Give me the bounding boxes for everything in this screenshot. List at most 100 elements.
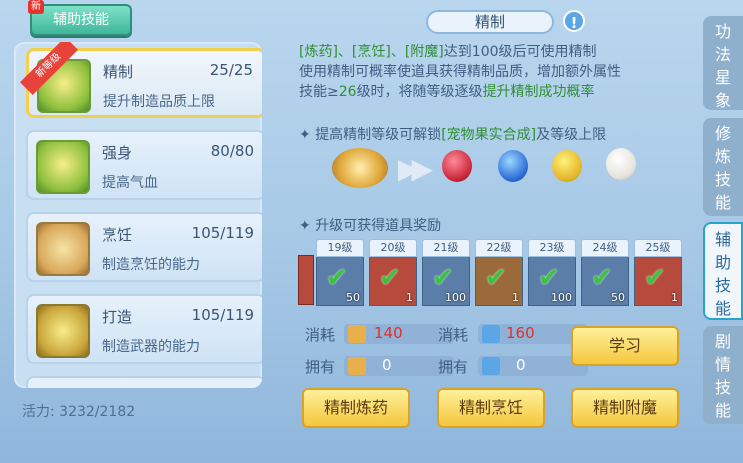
white-egg-icon (606, 148, 636, 180)
reward-count: 50 (346, 291, 360, 304)
check-icon: ✔ (379, 263, 401, 293)
own-label-2: 拥有 (438, 358, 469, 376)
skill-desc: 制造烹饪的能力 (102, 257, 200, 273)
skill-desc: 提升制造品质上限 (103, 94, 215, 110)
new-badge: 新 (28, 0, 44, 14)
skill-item-refine[interactable]: 新等级 精制 25/25 提升制造品质上限 (20, 42, 262, 118)
intro-line2: 使用精制可概率使道具获得精制品质，增加额外属性 (299, 64, 621, 80)
skill-item-strengthen[interactable]: 强身 80/80 提高气血 (26, 130, 262, 200)
detail-title: 精制 (426, 10, 554, 34)
reward-count: 100 (551, 291, 572, 304)
check-icon: ✔ (432, 263, 454, 293)
skill-list[interactable]: 新等级 精制 25/25 提升制造品质上限 强身 80/80 提高气血 烹饪 1… (14, 42, 262, 388)
level-reward[interactable]: 25级 ✔ 1 (634, 239, 682, 306)
refine-cooking-button[interactable]: 精制烹饪 (437, 388, 545, 428)
check-icon: ✔ (538, 263, 560, 293)
sparkle-icon: ✦ (299, 218, 316, 234)
skill-name: 精制 (103, 63, 134, 81)
red-fruit-icon (442, 150, 472, 182)
skill-item-cooking[interactable]: 烹饪 105/119 制造烹饪的能力 (26, 212, 262, 282)
own-b-value: 0 (516, 356, 526, 374)
learn-button[interactable]: 学习 (571, 326, 679, 366)
check-icon: ✔ (326, 263, 348, 293)
level-label: 22级 (475, 239, 523, 257)
skill-desc: 制造武器的能力 (102, 339, 200, 355)
scroll-icon (348, 357, 366, 375)
vigor-value: 3232/2182 (59, 404, 136, 420)
consume-a-value: 140 (374, 324, 403, 342)
intro-line1: 达到100级后可使用精制 (443, 44, 597, 60)
scroll-icon (348, 325, 366, 343)
skill-item-partial[interactable] (26, 376, 262, 388)
refine-alchemy-button[interactable]: 精制炼药 (302, 388, 410, 428)
tab-auxiliary-skills[interactable]: 辅助技能 (703, 222, 743, 320)
reward-count: 1 (406, 291, 413, 304)
muscle-man-icon (36, 140, 90, 194)
level-label: 20级 (369, 239, 417, 257)
vigor-display: 活力: 3232/2182 (22, 401, 135, 421)
yellow-fruit-icon (552, 150, 582, 182)
intro-tags: [炼药]、[烹饪]、[附魔] (299, 44, 444, 60)
unlock-a: 提高精制等级可解锁 (315, 127, 442, 143)
tab-story-skills[interactable]: 剧情技能 (703, 326, 743, 424)
skill-name: 烹饪 (102, 226, 133, 244)
reward-count: 50 (611, 291, 625, 304)
reward-count: 1 (671, 291, 678, 304)
skill-name: 强身 (102, 144, 133, 162)
intro-line3-highlight: 提升精制成功概率 (482, 84, 595, 100)
level-reward[interactable]: 23级 ✔ 100 (528, 239, 576, 306)
skill-level: 105/119 (191, 224, 254, 242)
refine-enchant-button[interactable]: 精制附魔 (571, 388, 679, 428)
crystal-icon (482, 325, 500, 343)
skill-intro: [炼药]、[烹饪]、[附魔]达到100级后可使用精制 使用精制可概率使道具获得精… (299, 42, 689, 102)
consume-label: 消耗 (305, 326, 336, 344)
unlock-text: ✦ 提高精制等级可解锁[宠物果实合成]及等级上限 (299, 124, 606, 144)
blue-fruit-icon (498, 150, 528, 182)
own-a-value: 0 (382, 356, 392, 374)
intro-line3-b: 级时，将随等级逐级 (356, 84, 483, 100)
intro-line3-a: 技能≥ (299, 84, 339, 100)
drumstick-icon (36, 222, 90, 276)
level-reward[interactable]: 24级 ✔ 50 (581, 239, 629, 306)
reward-title: ✦ 升级可获得道具奖励 (299, 215, 441, 235)
check-icon: ✔ (485, 263, 507, 293)
level-reward[interactable]: 21级 ✔ 100 (422, 239, 470, 306)
sparkle-icon: ✦ (299, 127, 316, 143)
check-icon: ✔ (644, 263, 666, 293)
reward-title-text: 升级可获得道具奖励 (315, 218, 442, 234)
intro-line3-num: 26 (338, 84, 357, 100)
skill-level: 80/80 (210, 142, 254, 160)
level-label: 25级 (634, 239, 682, 257)
level-label: 19级 (316, 239, 364, 257)
skill-name: 打造 (102, 308, 133, 326)
unlock-b: 及等级上限 (536, 127, 607, 143)
level-label: 24级 (581, 239, 629, 257)
skill-desc: 提高气血 (102, 175, 158, 191)
skill-level: 105/119 (191, 306, 254, 324)
synthesis-altar-icon (332, 148, 388, 188)
level-reward-partial[interactable] (298, 255, 314, 305)
consume-label-2: 消耗 (438, 326, 469, 344)
own-label: 拥有 (305, 358, 336, 376)
hammer-icon (36, 304, 90, 358)
consume-b-value: 160 (506, 324, 535, 342)
skill-level: 25/25 (209, 61, 253, 79)
check-icon: ✔ (591, 263, 613, 293)
level-label: 21级 (422, 239, 470, 257)
level-reward[interactable]: 19级 ✔ 50 (316, 239, 364, 306)
level-reward[interactable]: 20级 ✔ 1 (369, 239, 417, 306)
level-label: 23级 (528, 239, 576, 257)
tab-gongfa-xingxiang[interactable]: 功法星象 (703, 16, 743, 110)
level-reward[interactable]: 22级 ✔ 1 (475, 239, 523, 306)
unlock-highlight: [宠物果实合成] (441, 127, 537, 143)
help-icon[interactable]: ! (563, 10, 585, 32)
crystal-icon (482, 357, 500, 375)
tab-cultivation-skills[interactable]: 修炼技能 (703, 118, 743, 216)
vigor-label: 活力: (22, 404, 55, 420)
arrow-right-icon: ▶▶ (398, 152, 433, 185)
skill-item-forge[interactable]: 打造 105/119 制造武器的能力 (26, 294, 262, 364)
reward-count: 1 (512, 291, 519, 304)
reward-count: 100 (445, 291, 466, 304)
auxiliary-skills-tab[interactable]: 新 辅助技能 (28, 0, 132, 36)
auxiliary-skills-tab-label: 辅助技能 (53, 12, 109, 28)
